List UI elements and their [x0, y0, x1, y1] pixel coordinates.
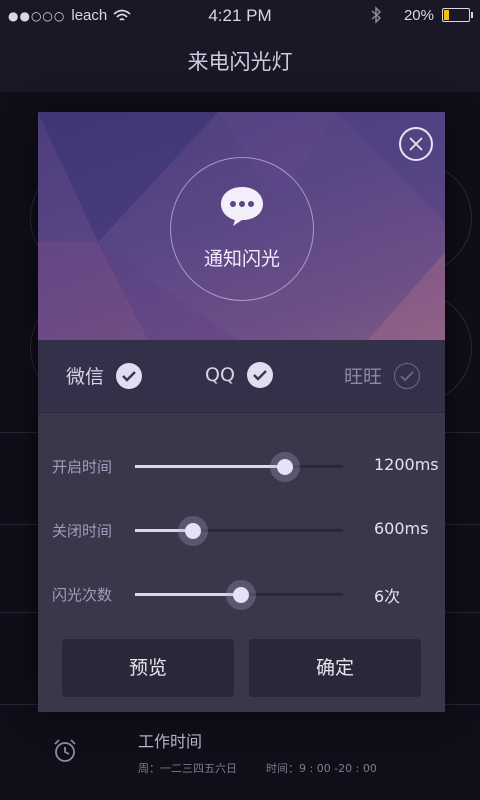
close-button[interactable]: [399, 127, 433, 161]
app-label: 旺旺: [344, 366, 383, 388]
notify-flash-dialog: 通知闪光 微信 QQ 旺旺 开启时间 1200ms 关闭时间 600ms 闪光次…: [38, 112, 445, 712]
slider-thumb[interactable]: [178, 516, 209, 546]
app-selection-row: 微信 QQ 旺旺: [38, 340, 445, 412]
slider-label: 开启时间: [52, 458, 113, 476]
check-icon[interactable]: [394, 362, 421, 389]
check-icon[interactable]: [116, 362, 143, 389]
slider-off-time: 关闭时间 600ms: [38, 510, 445, 550]
work-time-schedule: 周：一二三四五六日 时间：9 : 00 -20 : 00: [138, 760, 377, 776]
work-days: 周：一二三四五六日: [138, 762, 237, 775]
app-label: QQ: [205, 364, 235, 386]
slider-value: 1200ms: [374, 455, 439, 474]
slider-thumb[interactable]: [226, 580, 257, 610]
close-icon: [409, 137, 423, 151]
app-option-qq[interactable]: QQ: [205, 362, 273, 388]
dialog-header: 通知闪光: [38, 112, 445, 340]
confirm-button[interactable]: 确定: [249, 639, 421, 697]
page-title: 来电闪光灯: [187, 50, 293, 74]
slider-thumb[interactable]: [269, 452, 300, 482]
nav-bar: 来电闪光灯: [0, 32, 480, 92]
bluetooth-icon: [371, 6, 381, 24]
notify-flash-toggle[interactable]: 通知闪光: [170, 157, 314, 301]
chat-bubble-icon: [221, 187, 263, 226]
slider-track[interactable]: [135, 452, 343, 482]
battery-fill: [444, 10, 450, 20]
notify-flash-label: 通知闪光: [203, 248, 280, 270]
alarm-clock-icon: [54, 739, 76, 762]
check-icon[interactable]: [246, 362, 273, 388]
battery-icon: [442, 8, 473, 22]
slider-label: 关闭时间: [52, 522, 113, 540]
work-time-title: 工作时间: [138, 732, 203, 751]
status-bar: ●●○○○ leach 4:21 PM 20%: [0, 0, 480, 32]
slider-track[interactable]: [135, 516, 343, 546]
slider-value: 6次: [374, 587, 401, 606]
app-option-wechat[interactable]: 微信: [66, 362, 143, 389]
slider-on-time: 开启时间 1200ms: [38, 446, 445, 486]
work-hours: 时间：9 : 00 -20 : 00: [266, 762, 377, 775]
preview-button[interactable]: 预览: [62, 639, 234, 697]
app-label: 微信: [66, 366, 105, 388]
slider-fill: [135, 465, 285, 468]
slider-value: 600ms: [374, 519, 429, 538]
slider-track[interactable]: [135, 580, 343, 610]
battery-percent: 20%: [403, 6, 434, 24]
slider-label: 闪光次数: [52, 586, 113, 604]
slider-flash-count: 闪光次数 6次: [38, 574, 445, 614]
app-option-wangwang[interactable]: 旺旺: [344, 362, 421, 389]
